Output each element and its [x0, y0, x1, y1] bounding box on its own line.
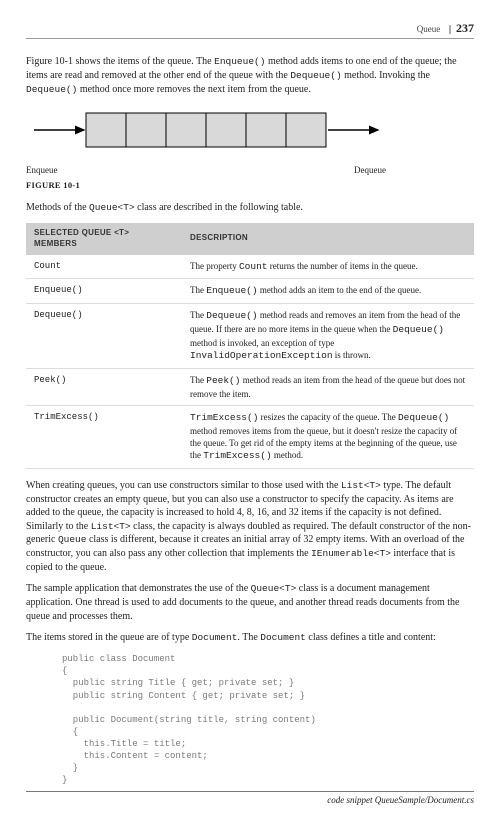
text: The sample application that demonstrates… [26, 583, 251, 594]
code-ienumerable: IEnumerable<T> [311, 548, 391, 559]
table-row: TrimExcess()TrimExcess() resizes the cap… [26, 405, 474, 468]
page-header: Queue ❘ 237 [26, 20, 474, 39]
enqueue-label: Enqueue [26, 164, 58, 176]
text: . The [237, 632, 260, 643]
text: The items stored in the queue are of typ… [26, 632, 192, 643]
code-document: Document [192, 632, 238, 643]
text: method once more removes the next item f… [77, 84, 311, 95]
paragraph-4: The sample application that demonstrates… [26, 582, 474, 623]
table-row: CountThe property Count returns the numb… [26, 255, 474, 279]
figure-caption: FIGURE 10-1 [26, 180, 474, 191]
figure-10-1: Enqueue Dequeue [26, 107, 474, 176]
code-queue-t: Queue<T> [89, 202, 135, 213]
members-table: SELECTED QUEUE <T> MEMBERS DESCRIPTION C… [26, 223, 474, 469]
paragraph-1: Figure 10-1 shows the items of the queue… [26, 55, 474, 96]
paragraph-5: The items stored in the queue are of typ… [26, 631, 474, 645]
desc-cell: The Enqueue() method adds an item to the… [182, 279, 474, 304]
figure-labels: Enqueue Dequeue [26, 164, 386, 176]
code-dequeue: Dequeue() [290, 70, 341, 81]
page-number: 237 [456, 20, 474, 36]
text: method. Invoking the [342, 70, 430, 81]
table-row: Peek()The Peek() method reads an item fr… [26, 368, 474, 405]
desc-cell: The Dequeue() method reads and removes a… [182, 304, 474, 369]
table-row: Enqueue()The Enqueue() method adds an it… [26, 279, 474, 304]
desc-cell: The Peek() method reads an item from the… [182, 368, 474, 405]
code-queue-t: Queue<T> [251, 583, 297, 594]
section-title: Queue [417, 23, 441, 35]
member-cell: TrimExcess() [26, 405, 182, 468]
code-snippet-caption: code snippet QueueSample/Document.cs [26, 791, 474, 806]
code-listing: public class Document { public string Ti… [62, 653, 474, 787]
col-member: SELECTED QUEUE <T> MEMBERS [26, 223, 182, 255]
member-cell: Count [26, 255, 182, 279]
code-document: Document [260, 632, 306, 643]
text: Methods of the [26, 202, 89, 213]
code-list-t: List<T> [341, 480, 381, 491]
col-desc: DESCRIPTION [182, 223, 474, 255]
paragraph-3: When creating queues, you can use constr… [26, 479, 474, 575]
desc-cell: The property Count returns the number of… [182, 255, 474, 279]
member-cell: Peek() [26, 368, 182, 405]
desc-cell: TrimExcess() resizes the capacity of the… [182, 405, 474, 468]
dequeue-label: Dequeue [354, 164, 386, 176]
text: class defines a title and content: [306, 632, 436, 643]
member-cell: Enqueue() [26, 279, 182, 304]
member-cell: Dequeue() [26, 304, 182, 369]
text: When creating queues, you can use constr… [26, 480, 341, 491]
code-enqueue: Enqueue() [214, 56, 265, 67]
code-list-t: List<T> [91, 521, 131, 532]
text: class are described in the following tab… [135, 202, 303, 213]
queue-diagram-svg [26, 107, 386, 162]
code-dequeue: Dequeue() [26, 84, 77, 95]
text: Figure 10-1 shows the items of the queue… [26, 56, 214, 67]
code-queue: Queue [58, 534, 87, 545]
paragraph-2: Methods of the Queue<T> class are descri… [26, 201, 474, 215]
table-row: Dequeue()The Dequeue() method reads and … [26, 304, 474, 369]
divider: ❘ [446, 23, 456, 35]
